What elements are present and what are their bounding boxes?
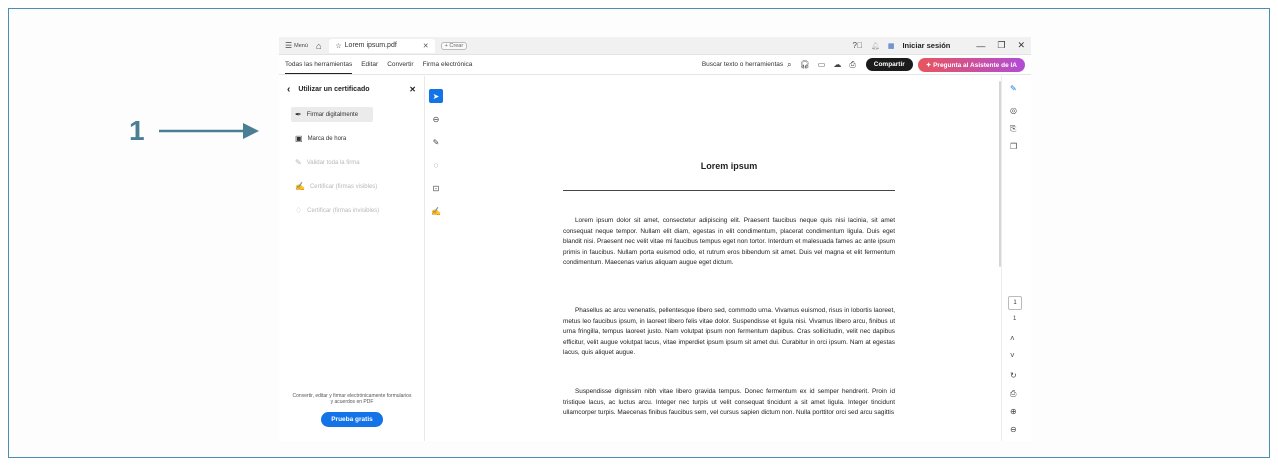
zoom-comment-icon[interactable]: ⊖	[429, 112, 443, 126]
pages-icon[interactable]: ❐	[1010, 142, 1017, 151]
signin-button[interactable]: Iniciar sesión	[902, 41, 950, 50]
menu-label: Menú	[294, 42, 308, 49]
callout: 1	[129, 115, 259, 147]
callout-arrow-icon	[159, 123, 259, 139]
paragraph-2: Phasellus ac arcu venenatis, pellentesqu…	[563, 307, 895, 356]
select-cursor-icon[interactable]: ➤	[429, 89, 443, 103]
document-title: Lorem ipsum	[700, 161, 758, 171]
title-bar: ☰ Menú ⌂ ☆ Lorem ipsum.pdf ✕ + Crear ?⃝ …	[279, 37, 1031, 55]
panel-item-label: Firmar digitalmente	[306, 111, 359, 118]
text-box-icon[interactable]: ⊡	[429, 181, 443, 195]
zoom-out-icon[interactable]: ⊖	[1010, 425, 1017, 434]
ai-assistant-label: Pregunta al Asistente de IA	[933, 61, 1017, 69]
print-icon[interactable]: ⎙	[849, 60, 855, 70]
panel-header: ‹ Utilizar un certificado ✕	[279, 76, 424, 105]
panel-item-label: Certificar (firmas visibles)	[309, 183, 378, 190]
chevron-down-icon[interactable]: ˅	[1010, 351, 1015, 360]
ai-sparkle-icon: ✦	[925, 61, 934, 69]
acrobat-window: ☰ Menú ⌂ ☆ Lorem ipsum.pdf ✕ + Crear ?⃝ …	[279, 37, 1031, 441]
panel-item-sign-digitally[interactable]: ✒ Firmar digitalmente	[291, 107, 373, 122]
right-sidebar: ✎ ◎ ⎘ ❐ 1 1 ˄ ˅ ↻ ⎙ ⊕ ⊖	[1001, 76, 1031, 441]
screenshot-frame: 1 ☰ Menú ⌂ ☆ Lorem ipsum.pdf ✕ + Crear ?…	[8, 8, 1270, 458]
panel-item-timestamp[interactable]: ▣ Marca de hora	[291, 131, 414, 146]
callout-number: 1	[129, 115, 145, 146]
page-number-input[interactable]: 1	[1008, 296, 1022, 310]
certificate-panel: ‹ Utilizar un certificado ✕ ✒ Firmar dig…	[279, 76, 425, 441]
menu-all-tools[interactable]: Todas las herramientas	[285, 56, 353, 74]
restore-icon[interactable]: ❐	[997, 40, 1005, 51]
menu-convert[interactable]: Convertir	[387, 56, 413, 73]
panel-item-label: Validar toda la firma	[306, 159, 360, 166]
chevron-up-icon[interactable]: ˄	[1010, 334, 1015, 343]
ai-assistant-button[interactable]: ✦ Pregunta al Asistente de IA	[917, 57, 1025, 72]
bookmark-icon[interactable]: ⎘	[1010, 124, 1016, 134]
help-icon[interactable]: ?⃝	[852, 41, 862, 50]
home-button[interactable]: ⌂	[316, 41, 321, 51]
save-icon[interactable]: ▭	[818, 60, 826, 69]
main-toolbar: Todas las herramientas Editar Convertir …	[279, 55, 1031, 75]
certify-invisible-icon: ♢	[295, 206, 303, 215]
menu-esign[interactable]: Firma electrónica	[423, 56, 473, 73]
upload-cloud-icon[interactable]: ☁	[833, 60, 841, 69]
panel-item-label: Marca de hora	[307, 135, 347, 142]
timestamp-icon: ▣	[295, 134, 303, 143]
total-pages: 1	[1013, 316, 1017, 322]
lasso-icon[interactable]: ◌	[429, 158, 443, 172]
edit-icon[interactable]: ✎	[1010, 84, 1017, 93]
hamburger-icon: ☰	[285, 41, 293, 50]
create-button[interactable]: + Crear	[440, 41, 468, 50]
panel-item-certify-invisible: ♢ Certificar (firmas invisibles)	[291, 203, 414, 218]
search-label[interactable]: Buscar texto o herramientas	[702, 61, 783, 68]
pdf-page: Lorem ipsum Lorem ipsum dolor sit amet, …	[497, 76, 985, 441]
panel-title: Utilizar un certificado	[298, 86, 370, 93]
rotate-icon[interactable]: ↻	[1010, 371, 1017, 380]
close-panel-icon[interactable]: ✕	[409, 85, 416, 94]
paragraph-3: Suspendisse dignissim nibh vitae libero …	[563, 388, 895, 416]
signature-tool-icon[interactable]: ✍	[429, 204, 443, 218]
tab-title: Lorem ipsum.pdf	[344, 42, 397, 49]
pen-certificate-icon: ✒	[295, 110, 302, 119]
paragraph-1: Lorem ipsum dolor sit amet, consectetur …	[563, 217, 895, 266]
menu-edit[interactable]: Editar	[361, 56, 378, 73]
notifications-icon[interactable]: 🔔︎	[871, 42, 880, 50]
close-window-icon[interactable]: ✕	[1017, 40, 1025, 51]
free-trial-button[interactable]: Prueba gratis	[321, 412, 383, 427]
comment-icon[interactable]: ◎	[1010, 106, 1017, 115]
home-icon: ⌂	[315, 40, 322, 51]
panel-footer-text: Convertir, editar y firmar electrónicame…	[292, 393, 412, 405]
read-aloud-icon[interactable]: 🎧︎	[800, 60, 810, 69]
panel-footer: Convertir, editar y firmar electrónicame…	[279, 393, 425, 427]
page-fit-icon[interactable]: ⎙	[1010, 389, 1016, 399]
back-arrow-icon[interactable]: ‹	[287, 84, 290, 95]
menu-button[interactable]: ☰ Menú	[285, 41, 308, 50]
search-icon[interactable]: ⌕	[787, 60, 791, 70]
document-viewport: Lorem ipsum Lorem ipsum dolor sit amet, …	[497, 76, 985, 441]
apps-icon[interactable]: ▦	[888, 42, 895, 50]
panel-item-label: Certificar (firmas invisibles)	[307, 207, 380, 214]
quick-tools: ➤ ⊖ ✎ ◌ ⊡ ✍	[429, 89, 447, 227]
tab-document[interactable]: ☆ Lorem ipsum.pdf ✕	[329, 38, 435, 53]
title-divider	[563, 190, 895, 191]
close-tab-icon[interactable]: ✕	[423, 42, 429, 50]
share-button[interactable]: Compartir	[865, 58, 913, 71]
highlight-pen-icon[interactable]: ✎	[429, 135, 443, 149]
validate-pen-icon: ✎	[295, 158, 302, 167]
zoom-in-icon[interactable]: ⊕	[1010, 407, 1017, 416]
minimize-icon[interactable]: —	[976, 41, 985, 51]
star-icon[interactable]: ☆	[335, 42, 341, 50]
panel-item-certify-visible: ✍ Certificar (firmas visibles)	[291, 179, 414, 194]
panel-item-validate-signatures: ✎ Validar toda la firma	[291, 155, 414, 170]
certify-visible-icon: ✍	[295, 182, 305, 191]
